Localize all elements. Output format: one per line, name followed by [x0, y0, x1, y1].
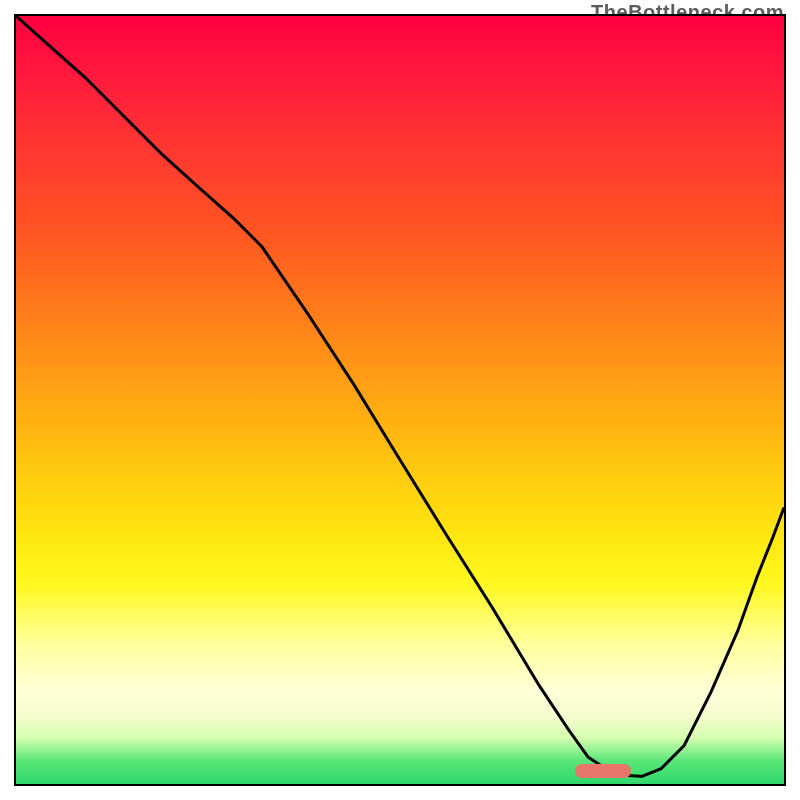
- plot-area: [14, 14, 786, 786]
- chart-curve: [16, 16, 784, 784]
- bottleneck-chart: TheBottleneck.com: [0, 0, 800, 800]
- optimum-marker: [575, 764, 631, 778]
